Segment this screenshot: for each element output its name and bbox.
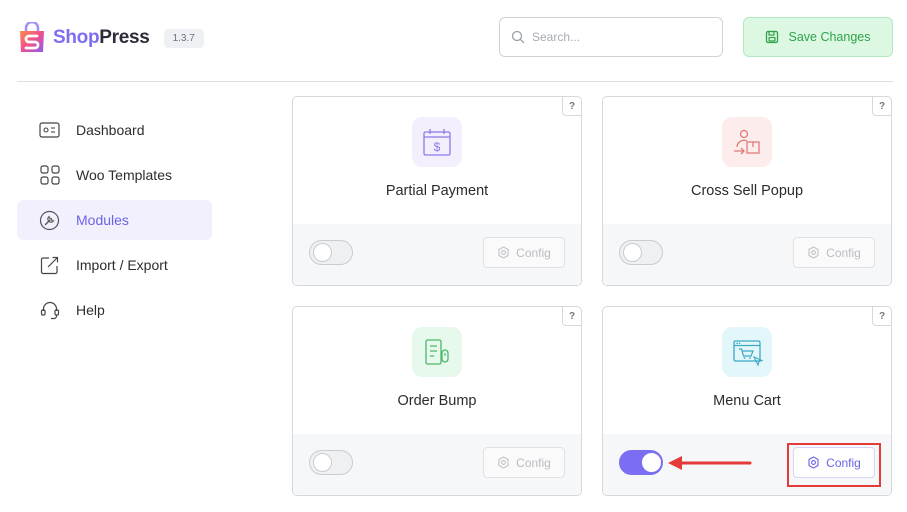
- search-box[interactable]: [499, 17, 723, 57]
- sidebar-item-woo-templates[interactable]: Woo Templates: [17, 155, 212, 195]
- search-input[interactable]: [532, 30, 712, 44]
- help-icon[interactable]: ?: [562, 97, 581, 116]
- sidebar-item-label: Woo Templates: [76, 167, 172, 183]
- sidebar-item-label: Import / Export: [76, 257, 168, 273]
- sidebar-item-label: Dashboard: [76, 122, 145, 138]
- gear-icon: [808, 246, 819, 259]
- shoppress-settings-page: ShopPress 1.3.7 Save Changes Dashboard: [0, 0, 907, 512]
- modules-icon: [39, 210, 60, 231]
- save-button-label: Save Changes: [788, 30, 871, 44]
- order-bump-icon: [412, 327, 462, 377]
- module-card-footer: Config: [293, 224, 581, 285]
- sidebar-item-label: Modules: [76, 212, 129, 228]
- shoppress-logo[interactable]: ShopPress 1.3.7: [17, 22, 204, 54]
- config-button[interactable]: Config: [793, 237, 875, 268]
- module-card-order-bump: ? Order Bump Config: [292, 306, 582, 496]
- sidebar-item-dashboard[interactable]: Dashboard: [17, 110, 212, 150]
- toggle-knob: [313, 453, 332, 472]
- module-toggle[interactable]: [619, 240, 663, 265]
- toggle-knob: [642, 453, 661, 472]
- module-card-footer: Config: [293, 434, 581, 495]
- menu-cart-icon: [722, 327, 772, 377]
- gear-icon: [498, 246, 509, 259]
- module-title: Menu Cart: [713, 393, 781, 409]
- partial-payment-icon: $: [412, 117, 462, 167]
- save-changes-button[interactable]: Save Changes: [743, 17, 893, 57]
- module-card-cross-sell-popup: ? Cross Sell Popup Config: [602, 96, 892, 286]
- config-label: Config: [826, 245, 861, 260]
- module-toggle[interactable]: [619, 450, 663, 475]
- sidebar-item-import-export[interactable]: Import / Export: [17, 245, 212, 285]
- module-toggle[interactable]: [309, 450, 353, 475]
- highlight-box: [787, 443, 881, 487]
- module-card-footer: Config: [603, 224, 891, 285]
- gear-icon: [498, 456, 509, 469]
- toggle-knob: [623, 243, 642, 262]
- config-button[interactable]: Config: [483, 237, 565, 268]
- save-icon: [766, 30, 779, 44]
- header-divider: [17, 81, 893, 82]
- help-icon[interactable]: ?: [562, 307, 581, 326]
- dashboard-icon: [39, 120, 60, 141]
- config-label: Config: [516, 455, 551, 470]
- logo-text-press: Press: [99, 27, 150, 48]
- version-badge: 1.3.7: [163, 28, 204, 48]
- cross-sell-icon: [722, 117, 772, 167]
- import-export-icon: [39, 255, 60, 276]
- shoppress-logo-icon: [20, 22, 44, 52]
- module-title: Order Bump: [397, 393, 477, 409]
- config-button[interactable]: Config: [483, 447, 565, 478]
- sidebar-item-help[interactable]: Help: [17, 290, 212, 330]
- templates-grid-icon: [39, 165, 60, 186]
- annotation-arrow-icon: [668, 456, 752, 470]
- sidebar-nav: Dashboard Woo Templates Modules Import /…: [17, 110, 212, 335]
- module-title: Partial Payment: [385, 183, 489, 199]
- toggle-knob: [313, 243, 332, 262]
- help-icon[interactable]: ?: [872, 307, 891, 326]
- sidebar-item-modules[interactable]: Modules: [17, 200, 212, 240]
- logo-text-shop: Shop: [53, 27, 100, 48]
- headset-icon: [39, 300, 60, 321]
- logo-wordmark: ShopPress: [53, 27, 150, 49]
- search-icon: [511, 30, 525, 44]
- module-toggle[interactable]: [309, 240, 353, 265]
- config-label: Config: [516, 245, 551, 260]
- module-card-partial-payment: ? $ Partial Payment Config: [292, 96, 582, 286]
- module-title: Cross Sell Popup: [690, 183, 804, 199]
- help-icon[interactable]: ?: [872, 97, 891, 116]
- sidebar-item-label: Help: [76, 302, 105, 318]
- svg-text:$: $: [434, 140, 441, 154]
